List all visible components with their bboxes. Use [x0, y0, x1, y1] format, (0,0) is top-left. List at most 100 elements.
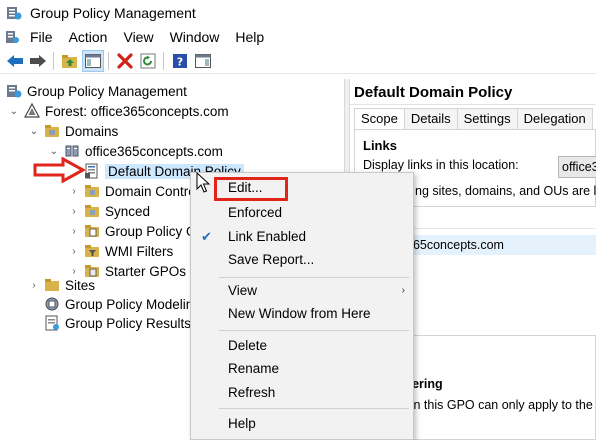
submenu-arrow-icon: › — [401, 285, 405, 296]
tree-item-group-policy-modeling[interactable]: Group Policy Modeling — [44, 294, 201, 314]
menu-item-refresh[interactable]: Refresh — [191, 382, 413, 404]
help-button[interactable]: ? — [169, 50, 191, 72]
display-links-label: Display links in this location: — [363, 158, 519, 172]
domains-folder-icon — [45, 125, 59, 137]
tree-item-group-policy-management[interactable]: Group Policy Management — [6, 81, 187, 101]
menu-item-enforced[interactable]: Enforced — [191, 202, 413, 224]
chevron-down-icon[interactable]: ⌄ — [8, 105, 20, 117]
menu-window[interactable]: Window — [162, 26, 228, 48]
up-one-level-button[interactable] — [59, 50, 81, 72]
wmi-filter-icon — [85, 245, 99, 257]
refresh-icon — [140, 53, 156, 68]
tree-item-wmi-filters[interactable]: › WMI Filters — [68, 241, 173, 261]
tab-delegation[interactable]: Delegation — [516, 108, 593, 129]
chevron-down-icon[interactable]: ⌄ — [48, 145, 60, 157]
back-arrow-icon — [7, 54, 23, 67]
tree-label: Forest: office365concepts.com — [45, 103, 229, 119]
forward-button[interactable] — [27, 50, 49, 72]
chevron-right-icon[interactable]: › — [28, 279, 40, 291]
console-tree-icon — [85, 53, 101, 68]
menu-item-help[interactable]: Help — [191, 413, 413, 435]
delete-x-icon — [117, 52, 133, 69]
show-hide-console-tree-button[interactable] — [82, 49, 104, 72]
tree-item-domain-controllers[interactable]: › Domain Contro — [68, 181, 196, 201]
tree-item-group-policy-results[interactable]: Group Policy Results — [44, 313, 191, 333]
chevron-right-icon[interactable]: › — [68, 185, 80, 197]
menu-item-label: Save Report... — [228, 252, 315, 267]
tree-item-group-policy-objects[interactable]: › Group Policy O — [68, 221, 197, 241]
title-bar: Group Policy Management — [0, 0, 596, 26]
linked-locations-text: ng sites, domains, and OUs are linke — [415, 184, 596, 198]
tree-label: Domains — [65, 123, 119, 139]
toolbar-separator — [163, 51, 164, 70]
security-filtering-description: s in this GPO can only apply to the f — [401, 398, 596, 412]
tree-label: Domain Contro — [105, 183, 196, 199]
menu-item-link-enabled[interactable]: ✔ Link Enabled — [191, 226, 413, 248]
details-header: Default Domain Policy — [350, 79, 596, 105]
back-button[interactable] — [4, 50, 26, 72]
menu-item-label: New Window from Here — [228, 306, 371, 321]
tree-label: WMI Filters — [105, 243, 174, 259]
toolbar-separator — [53, 51, 54, 70]
folder-up-icon — [62, 54, 77, 68]
refresh-button[interactable] — [137, 50, 159, 72]
system-menu-icon[interactable] — [4, 29, 20, 45]
menu-item-delete[interactable]: Delete — [191, 335, 413, 357]
red-arrow-annotation-icon — [33, 157, 85, 183]
menu-item-label: Delete — [228, 338, 268, 353]
menu-item-new-window[interactable]: New Window from Here — [191, 303, 413, 325]
action-pane-icon — [195, 53, 211, 68]
toolbar-separator — [108, 51, 109, 70]
tree-label: Starter GPOs — [105, 263, 187, 279]
tree-label: Group Policy O — [105, 223, 197, 239]
menu-view[interactable]: View — [115, 26, 161, 48]
context-menu: Edit... Enforced ✔ Link Enabled Save Rep… — [190, 172, 414, 440]
menu-item-save-report[interactable]: Save Report... — [191, 249, 413, 271]
menu-action[interactable]: Action — [61, 26, 116, 48]
display-links-dropdown[interactable]: office36 — [558, 156, 596, 178]
ou-folder-icon — [85, 185, 99, 197]
tree-item-sites[interactable]: › Sites — [28, 275, 95, 295]
group-policy-management-icon — [7, 85, 22, 98]
delete-button[interactable] — [114, 50, 136, 72]
results-icon — [45, 315, 59, 331]
menu-help[interactable]: Help — [227, 26, 272, 48]
gpo-link-icon — [85, 163, 98, 179]
tab-strip: Scope Details Settings Delegation — [354, 108, 593, 130]
tree-label: Sites — [65, 277, 96, 293]
toolbar: ? — [0, 48, 596, 74]
svg-text:?: ? — [177, 55, 183, 68]
gpo-folder-icon — [85, 225, 99, 237]
menu-item-view[interactable]: View › — [191, 280, 413, 302]
chevron-right-icon[interactable]: › — [68, 205, 80, 217]
menu-separator — [219, 408, 409, 409]
menu-item-label: Help — [228, 416, 256, 431]
menu-item-label: Refresh — [228, 385, 276, 400]
menu-item-rename[interactable]: Rename — [191, 358, 413, 380]
chevron-right-icon[interactable]: › — [68, 225, 80, 237]
tree-item-forest[interactable]: ⌄ Forest: office365concepts.com — [8, 101, 229, 121]
group-policy-app-icon — [7, 7, 22, 20]
chevron-down-icon[interactable]: ⌄ — [28, 125, 40, 137]
menu-file[interactable]: File — [22, 26, 61, 48]
tree-item-synced[interactable]: › Synced — [68, 201, 150, 221]
chevron-right-icon[interactable]: › — [68, 245, 80, 257]
tree-label: Synced — [105, 203, 151, 219]
menu-item-label: Enforced — [228, 205, 283, 220]
show-action-pane-button[interactable] — [192, 50, 214, 72]
tree-label: office365concepts.com — [85, 143, 223, 159]
tree-label: Group Policy Management — [27, 83, 187, 99]
tab-settings[interactable]: Settings — [456, 108, 518, 129]
menu-item-label: Rename — [228, 361, 280, 376]
tab-scope[interactable]: Scope — [354, 108, 405, 130]
menu-separator — [219, 330, 409, 331]
tree-label: Group Policy Results — [65, 315, 192, 331]
menu-bar: File Action View Window Help — [0, 26, 596, 48]
modeling-icon — [45, 297, 59, 311]
menu-item-label: View — [228, 283, 258, 298]
sites-folder-icon — [45, 279, 59, 291]
tree-item-domains[interactable]: ⌄ Domains — [28, 121, 118, 141]
tree-label: Group Policy Modeling — [65, 296, 201, 312]
tab-details[interactable]: Details — [403, 108, 458, 129]
links-heading: Links — [363, 138, 397, 153]
